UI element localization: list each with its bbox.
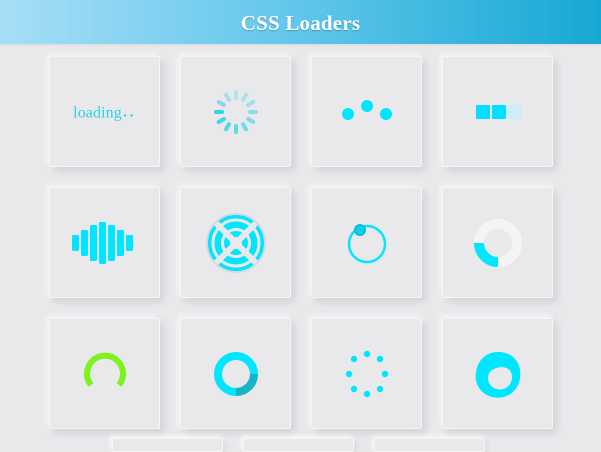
three-dots-icon: [341, 99, 392, 120]
loading-dots: ..: [122, 100, 136, 120]
dot-ring-icon: [345, 350, 388, 397]
loader-card-4: [442, 56, 553, 167]
loading-text: loading..: [73, 100, 136, 122]
donut-icon: [213, 351, 258, 396]
blob-ring-icon: [475, 351, 520, 398]
loader-card-9: [49, 318, 160, 429]
loader-card-6: [180, 187, 291, 298]
loader-card-11: [311, 318, 422, 429]
header-bar: CSS Loaders: [0, 0, 601, 44]
loading-label: loading: [73, 104, 122, 121]
loader-card-2: [180, 56, 291, 167]
loader-card-3: [311, 56, 422, 167]
loader-card-8: [442, 187, 553, 298]
arc-ring-icon: [473, 218, 522, 267]
equalizer-bars-icon: [71, 221, 133, 264]
dashes-spinner-icon: [213, 89, 258, 134]
orbit-dot-ring-icon: [347, 223, 386, 263]
loader-card-12: [442, 318, 553, 429]
loader-card-1: loading..: [49, 56, 160, 167]
loader-card-7: [311, 187, 422, 298]
page-title: CSS Loaders: [240, 10, 361, 35]
target-rings-icon: [205, 212, 266, 273]
loader-grid: loading..: [49, 56, 554, 429]
loader-card-10: [180, 318, 291, 429]
loader-card-5: [49, 187, 160, 298]
green-arc-icon: [83, 352, 126, 387]
squares-icon: [475, 104, 522, 119]
